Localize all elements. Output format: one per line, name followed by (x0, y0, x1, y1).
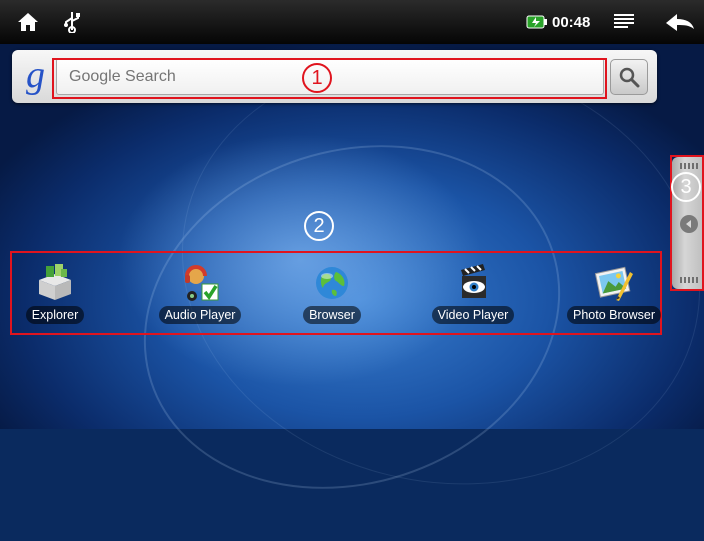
app-label-photo-browser: Photo Browser (567, 306, 661, 324)
browser-icon (316, 267, 348, 299)
annotation-marker-2: 2 (304, 211, 334, 241)
app-video-player[interactable]: Video Player (418, 262, 528, 330)
home-icon[interactable] (16, 10, 40, 34)
app-label-video-player: Video Player (431, 306, 515, 324)
google-logo-icon[interactable]: g (26, 53, 45, 97)
app-label-browser: Browser (303, 306, 361, 324)
video-player-icon (461, 264, 486, 298)
app-browser[interactable]: Browser (277, 262, 387, 330)
status-bar: 00:48 (0, 0, 704, 44)
app-label-audio-player: Audio Player (158, 306, 242, 324)
menu-icon[interactable] (612, 10, 636, 34)
app-label-explorer: Explorer (25, 306, 85, 324)
app-photo-browser[interactable]: Photo Browser (559, 262, 669, 330)
clock: 00:48 (552, 14, 591, 31)
app-audio-player[interactable]: Audio Player (145, 262, 255, 330)
magnifier-icon (619, 67, 640, 88)
explorer-icon (39, 264, 71, 300)
annotation-marker-3: 3 (671, 172, 701, 202)
annotation-marker-1: 1 (302, 63, 332, 93)
usb-icon (60, 10, 84, 34)
audio-player-icon (185, 265, 219, 301)
search-button[interactable] (610, 59, 648, 95)
back-icon[interactable] (664, 10, 696, 34)
app-explorer[interactable]: Explorer (0, 262, 110, 330)
battery-icon (526, 12, 548, 32)
photo-browser-icon (594, 266, 633, 301)
